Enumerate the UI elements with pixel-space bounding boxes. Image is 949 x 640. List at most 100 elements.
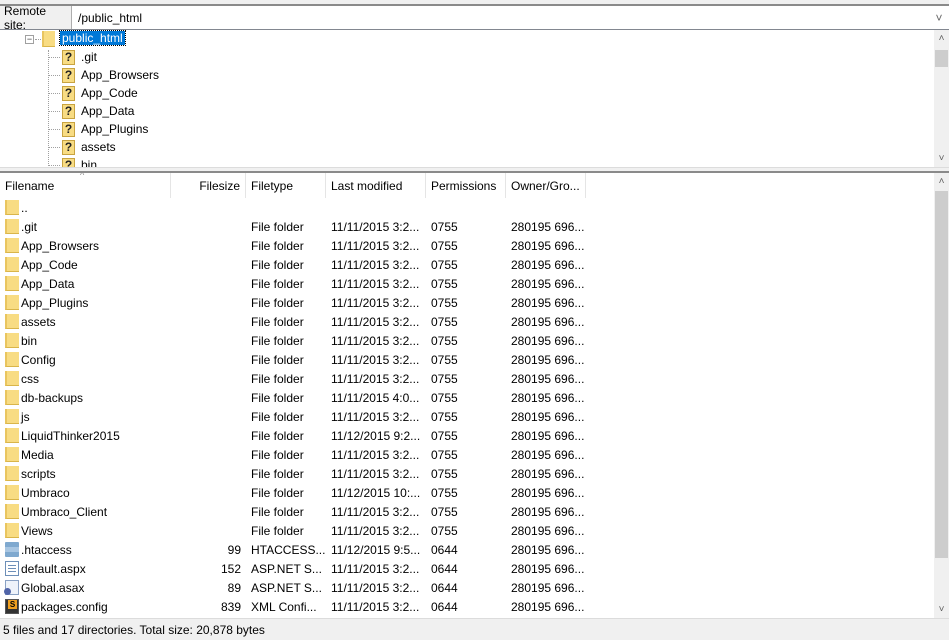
file-list-rows: .. .git File folder 11/11/2015 3:2... 0755 28… xyxy=(0,198,934,616)
filesize-cell: 152 xyxy=(220,561,241,576)
file-row[interactable]: .htaccess 99 HTACCESS... 11/12/2015 9:5... 0… xyxy=(0,540,934,559)
scroll-up-button[interactable]: ˄ xyxy=(934,30,949,47)
tree-scroll-thumb[interactable] xyxy=(935,50,948,67)
last-modified-cell: 11/11/2015 3:2... xyxy=(331,314,420,329)
chevron-down-icon: ˅ xyxy=(938,153,945,164)
filename-cell: packages.config xyxy=(0,599,171,614)
filetype-cell: File folder xyxy=(251,428,304,443)
tree-item-label: assets xyxy=(81,140,116,154)
column-header-owner-group[interactable]: Owner/Gro... xyxy=(506,173,586,198)
permissions-cell: 0755 xyxy=(431,295,458,310)
tree-item[interactable]: ? App_Plugins xyxy=(48,120,148,138)
file-row[interactable]: App_Data File folder 11/11/2015 3:2... 0755… xyxy=(0,274,934,293)
file-row[interactable]: js File folder 11/11/2015 3:2... 0755 280195… xyxy=(0,407,934,426)
column-header-filesize[interactable]: Filesize xyxy=(171,173,246,198)
file-row[interactable]: css File folder 11/11/2015 3:2... 0755 28019… xyxy=(0,369,934,388)
filetype-cell: File folder xyxy=(251,371,304,386)
filename-cell: Global.asax xyxy=(0,580,171,595)
tree-item[interactable]: ? App_Code xyxy=(48,84,138,102)
folder-icon xyxy=(5,485,19,500)
file-row[interactable]: Global.asax 89 ASP.NET S... 11/11/2015 3:2.… xyxy=(0,578,934,597)
folder-icon xyxy=(5,447,19,462)
last-modified-cell: 11/11/2015 3:2... xyxy=(331,219,420,234)
tree-item-root[interactable]: − public_html xyxy=(0,30,200,48)
remote-site-path-input[interactable] xyxy=(72,6,929,29)
column-header-permissions[interactable]: Permissions xyxy=(426,173,506,198)
remote-site-bar: Remote site: ˅ xyxy=(0,4,949,32)
folder-icon xyxy=(5,504,19,519)
filetype-cell: File folder xyxy=(251,485,304,500)
filetype-cell: HTACCESS... xyxy=(251,542,326,557)
last-modified-cell: 11/11/2015 3:2... xyxy=(331,352,420,367)
file-row[interactable]: .. xyxy=(0,198,934,217)
scroll-up-button[interactable]: ˄ xyxy=(934,173,949,190)
file-row[interactable]: Umbraco_Client File folder 11/11/2015 3:2.… xyxy=(0,502,934,521)
last-modified-cell: 11/11/2015 3:2... xyxy=(331,333,420,348)
file-row[interactable]: LiquidThinker2015 File folder 11/12/2015 9… xyxy=(0,426,934,445)
filetype-cell: XML Confi... xyxy=(251,599,317,614)
permissions-cell: 0755 xyxy=(431,428,458,443)
folder-icon xyxy=(5,352,19,367)
filetype-cell: File folder xyxy=(251,504,304,519)
unknown-folder-icon: ? xyxy=(62,85,75,101)
tree-connector xyxy=(48,110,60,112)
file-row[interactable]: .git File folder 11/11/2015 3:2... 0755 2801… xyxy=(0,217,934,236)
filename-cell: Umbraco xyxy=(0,485,171,500)
filename-text: Umbraco xyxy=(21,485,70,500)
file-row[interactable]: Umbraco File folder 11/12/2015 10:... 0755 2… xyxy=(0,483,934,502)
file-row[interactable]: App_Code File folder 11/11/2015 3:2... 0755… xyxy=(0,255,934,274)
last-modified-cell: 11/11/2015 3:2... xyxy=(331,409,420,424)
file-row[interactable]: assets File folder 11/11/2015 3:2... 0755 28… xyxy=(0,312,934,331)
scroll-down-button[interactable]: ˅ xyxy=(934,601,949,618)
folder-icon xyxy=(5,276,19,291)
filename-text: .. xyxy=(21,200,28,215)
scroll-down-button[interactable]: ˅ xyxy=(934,150,949,167)
file-row[interactable]: db-backups File folder 11/11/2015 4:0... 07… xyxy=(0,388,934,407)
unknown-folder-icon: ? xyxy=(62,139,75,155)
file-row[interactable]: Config File folder 11/11/2015 3:2... 0755 28… xyxy=(0,350,934,369)
file-row[interactable]: bin File folder 11/11/2015 3:2... 0755 28019… xyxy=(0,331,934,350)
file-row[interactable]: Media File folder 11/11/2015 3:2... 0755 280… xyxy=(0,445,934,464)
file-row[interactable]: Views File folder 11/11/2015 3:2... 0755 280… xyxy=(0,521,934,540)
file-row[interactable]: packages.config 839 XML Confi... 11/11/2015… xyxy=(0,597,934,616)
permissions-cell: 0755 xyxy=(431,485,458,500)
column-header-filename[interactable]: ^ Filename xyxy=(0,173,171,198)
chevron-up-icon: ˄ xyxy=(938,176,945,187)
folder-icon xyxy=(5,257,19,272)
tree-connector xyxy=(48,146,60,148)
permissions-cell: 0644 xyxy=(431,599,458,614)
tree-item[interactable]: ? assets xyxy=(48,138,116,156)
tree-item[interactable]: ? App_Browsers xyxy=(48,66,159,84)
file-row[interactable]: scripts File folder 11/11/2015 3:2... 0755 2… xyxy=(0,464,934,483)
tree-connector xyxy=(48,92,60,94)
tree-item[interactable]: ? .git xyxy=(48,48,97,66)
owner-group-cell: 280195 696... xyxy=(511,295,585,310)
owner-group-cell: 280195 696... xyxy=(511,219,585,234)
column-label: Filetype xyxy=(251,178,294,193)
last-modified-cell: 11/12/2015 9:5... xyxy=(331,542,421,557)
owner-group-cell: 280195 696... xyxy=(511,599,585,614)
file-row[interactable]: App_Browsers File folder 11/11/2015 3:2...… xyxy=(0,236,934,255)
owner-group-cell: 280195 696... xyxy=(511,333,585,348)
filename-text: LiquidThinker2015 xyxy=(21,428,120,443)
tree-item[interactable]: ? bin xyxy=(48,156,97,167)
file-row[interactable]: default.aspx 152 ASP.NET S... 11/11/2015 3:… xyxy=(0,559,934,578)
last-modified-cell: 11/11/2015 3:2... xyxy=(331,466,420,481)
remote-site-dropdown-button[interactable]: ˅ xyxy=(929,6,949,29)
owner-group-cell: 280195 696... xyxy=(511,390,585,405)
folder-icon xyxy=(5,238,19,253)
tree-vertical-scrollbar[interactable]: ˄ ˅ xyxy=(934,30,949,167)
tree-item[interactable]: ? App_Data xyxy=(48,102,134,120)
last-modified-cell: 11/11/2015 3:2... xyxy=(331,371,420,386)
file-list-scroll-thumb[interactable] xyxy=(935,191,948,558)
column-header-last-modified[interactable]: Last modified xyxy=(326,173,426,198)
file-list-vertical-scrollbar[interactable]: ˄ ˅ xyxy=(934,173,949,618)
collapse-icon[interactable]: − xyxy=(25,35,34,44)
filename-cell: Config xyxy=(0,352,171,367)
column-header-filetype[interactable]: Filetype xyxy=(246,173,326,198)
filetype-cell: File folder xyxy=(251,257,304,272)
owner-group-cell: 280195 696... xyxy=(511,523,585,538)
file-row[interactable]: App_Plugins File folder 11/11/2015 3:2... 0… xyxy=(0,293,934,312)
owner-group-cell: 280195 696... xyxy=(511,466,585,481)
permissions-cell: 0755 xyxy=(431,466,458,481)
